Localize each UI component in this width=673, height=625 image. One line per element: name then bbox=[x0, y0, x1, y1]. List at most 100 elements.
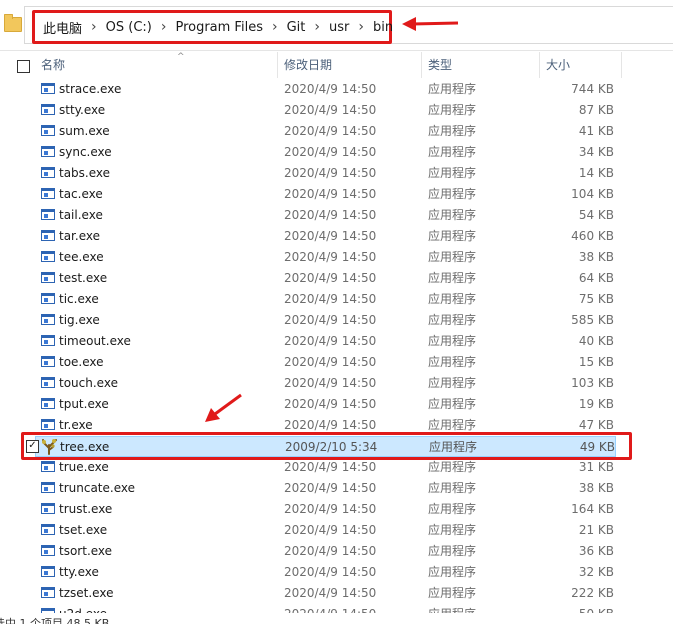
file-size: 32 KB bbox=[578, 565, 614, 579]
application-icon bbox=[41, 83, 55, 94]
application-icon bbox=[41, 104, 55, 115]
file-row[interactable]: strace.exe 2020/4/9 14:50 应用程序 744 KB bbox=[35, 79, 616, 100]
column-type-label: 类型 bbox=[428, 58, 453, 72]
file-date: 2020/4/9 14:50 bbox=[284, 124, 377, 138]
file-row[interactable]: tabs.exe 2020/4/9 14:50 应用程序 14 KB bbox=[35, 163, 616, 184]
file-name: tabs.exe bbox=[59, 166, 111, 180]
file-type: 应用程序 bbox=[428, 355, 477, 369]
file-date: 2020/4/9 14:50 bbox=[284, 460, 377, 474]
application-icon bbox=[41, 167, 55, 178]
breadcrumb-item[interactable]: usr bbox=[329, 20, 349, 35]
address-bar: 此电脑 › OS (C:) › Program Files › Git › usr › bin bbox=[0, 0, 673, 51]
file-row[interactable]: tty.exe 2020/4/9 14:50 应用程序 32 KB bbox=[35, 562, 616, 583]
chevron-right-icon[interactable]: › bbox=[161, 19, 167, 35]
file-name: tac.exe bbox=[59, 187, 103, 201]
breadcrumb-item[interactable]: OS (C:) bbox=[106, 20, 152, 35]
chevron-right-icon[interactable]: › bbox=[272, 19, 278, 35]
file-row[interactable]: true.exe 2020/4/9 14:50 应用程序 31 KB bbox=[35, 457, 616, 478]
file-date: 2020/4/9 14:50 bbox=[284, 334, 377, 348]
file-date: 2020/4/9 14:50 bbox=[284, 544, 377, 558]
chevron-right-icon[interactable]: › bbox=[314, 19, 320, 35]
file-row[interactable]: tee.exe 2020/4/9 14:50 应用程序 38 KB bbox=[35, 247, 616, 268]
file-row[interactable]: tail.exe 2020/4/9 14:50 应用程序 54 KB bbox=[35, 205, 616, 226]
column-date-header[interactable]: 修改日期 bbox=[278, 52, 422, 78]
file-row[interactable]: tar.exe 2020/4/9 14:50 应用程序 460 KB bbox=[35, 226, 616, 247]
chevron-right-icon[interactable]: › bbox=[358, 19, 364, 35]
file-date: 2020/4/9 14:50 bbox=[284, 82, 377, 96]
file-row[interactable]: sum.exe 2020/4/9 14:50 应用程序 41 KB bbox=[35, 121, 616, 142]
file-size: 744 KB bbox=[571, 82, 614, 96]
file-row[interactable]: tac.exe 2020/4/9 14:50 应用程序 104 KB bbox=[35, 184, 616, 205]
file-row[interactable]: timeout.exe 2020/4/9 14:50 应用程序 40 KB bbox=[35, 331, 616, 352]
file-name: tzset.exe bbox=[59, 586, 114, 600]
select-all-checkbox[interactable] bbox=[17, 60, 30, 73]
file-name: toe.exe bbox=[59, 355, 104, 369]
file-size: 104 KB bbox=[571, 187, 614, 201]
file-type: 应用程序 bbox=[428, 565, 477, 579]
file-row[interactable]: stty.exe 2020/4/9 14:50 应用程序 87 KB bbox=[35, 100, 616, 121]
column-name-label: 名称 bbox=[41, 58, 66, 72]
file-date: 2020/4/9 14:50 bbox=[284, 292, 377, 306]
breadcrumb-item[interactable]: Git bbox=[287, 20, 306, 35]
file-date: 2020/4/9 14:50 bbox=[284, 565, 377, 579]
file-type: 应用程序 bbox=[428, 292, 477, 306]
chevron-right-icon[interactable]: › bbox=[91, 19, 97, 35]
application-icon bbox=[41, 377, 55, 388]
file-row[interactable]: test.exe 2020/4/9 14:50 应用程序 64 KB bbox=[35, 268, 616, 289]
file-type: 应用程序 bbox=[428, 481, 477, 495]
file-size: 164 KB bbox=[571, 502, 614, 516]
file-row[interactable]: tsort.exe 2020/4/9 14:50 应用程序 36 KB bbox=[35, 541, 616, 562]
file-type: 应用程序 bbox=[428, 376, 477, 390]
file-row[interactable]: tzset.exe 2020/4/9 14:50 应用程序 222 KB bbox=[35, 583, 616, 604]
breadcrumb-item[interactable]: 此电脑 bbox=[43, 18, 82, 37]
file-date: 2020/4/9 14:50 bbox=[284, 376, 377, 390]
file-row[interactable]: toe.exe 2020/4/9 14:50 应用程序 15 KB bbox=[35, 352, 616, 373]
column-type-header[interactable]: 类型 bbox=[422, 52, 540, 78]
file-name: strace.exe bbox=[59, 82, 122, 96]
file-date: 2020/4/9 14:50 bbox=[284, 208, 377, 222]
file-type: 应用程序 bbox=[428, 103, 477, 117]
file-type: 应用程序 bbox=[428, 271, 477, 285]
file-name: timeout.exe bbox=[59, 334, 131, 348]
file-type: 应用程序 bbox=[428, 397, 477, 411]
breadcrumb[interactable]: 此电脑 › OS (C:) › Program Files › Git › usr › bin bbox=[24, 6, 673, 44]
file-name: tset.exe bbox=[59, 523, 108, 537]
application-icon bbox=[41, 314, 55, 325]
row-checkbox-checked[interactable]: ✓ bbox=[26, 440, 39, 453]
file-size: 460 KB bbox=[571, 229, 614, 243]
file-row[interactable]: sync.exe 2020/4/9 14:50 应用程序 34 KB bbox=[35, 142, 616, 163]
file-date: 2020/4/9 14:50 bbox=[284, 586, 377, 600]
file-date: 2020/4/9 14:50 bbox=[284, 313, 377, 327]
file-type: 应用程序 bbox=[428, 544, 477, 558]
application-icon bbox=[41, 230, 55, 241]
status-bar: 选中 1 个项目 48.5 KB bbox=[0, 613, 673, 624]
file-size: 64 KB bbox=[578, 271, 614, 285]
application-icon bbox=[41, 545, 55, 556]
file-date: 2020/4/9 14:50 bbox=[284, 355, 377, 369]
file-date: 2020/4/9 14:50 bbox=[284, 103, 377, 117]
file-row[interactable]: trust.exe 2020/4/9 14:50 应用程序 164 KB bbox=[35, 499, 616, 520]
file-row[interactable]: tput.exe 2020/4/9 14:50 应用程序 19 KB bbox=[35, 394, 616, 415]
file-row[interactable]: touch.exe 2020/4/9 14:50 应用程序 103 KB bbox=[35, 373, 616, 394]
file-name: tee.exe bbox=[59, 250, 104, 264]
file-size: 38 KB bbox=[578, 481, 614, 495]
file-size: 14 KB bbox=[578, 166, 614, 180]
application-icon bbox=[41, 524, 55, 535]
file-row[interactable]: tic.exe 2020/4/9 14:50 应用程序 75 KB bbox=[35, 289, 616, 310]
column-size-header[interactable]: 大小 bbox=[540, 52, 622, 78]
file-type: 应用程序 bbox=[428, 250, 477, 264]
column-name-header[interactable]: ^ 名称 bbox=[35, 52, 278, 78]
file-row[interactable]: tset.exe 2020/4/9 14:50 应用程序 21 KB bbox=[35, 520, 616, 541]
file-type: 应用程序 bbox=[428, 82, 477, 96]
breadcrumb-item[interactable]: Program Files bbox=[175, 20, 263, 35]
file-row[interactable]: truncate.exe 2020/4/9 14:50 应用程序 38 KB bbox=[35, 478, 616, 499]
file-type: 应用程序 bbox=[428, 145, 477, 159]
file-size: 54 KB bbox=[578, 208, 614, 222]
file-type: 应用程序 bbox=[428, 334, 477, 348]
file-row[interactable]: tig.exe 2020/4/9 14:50 应用程序 585 KB bbox=[35, 310, 616, 331]
file-type: 应用程序 bbox=[428, 208, 477, 222]
application-icon bbox=[41, 125, 55, 136]
file-size: 87 KB bbox=[578, 103, 614, 117]
breadcrumb-item[interactable]: bin bbox=[373, 20, 393, 35]
file-type: 应用程序 bbox=[428, 313, 477, 327]
